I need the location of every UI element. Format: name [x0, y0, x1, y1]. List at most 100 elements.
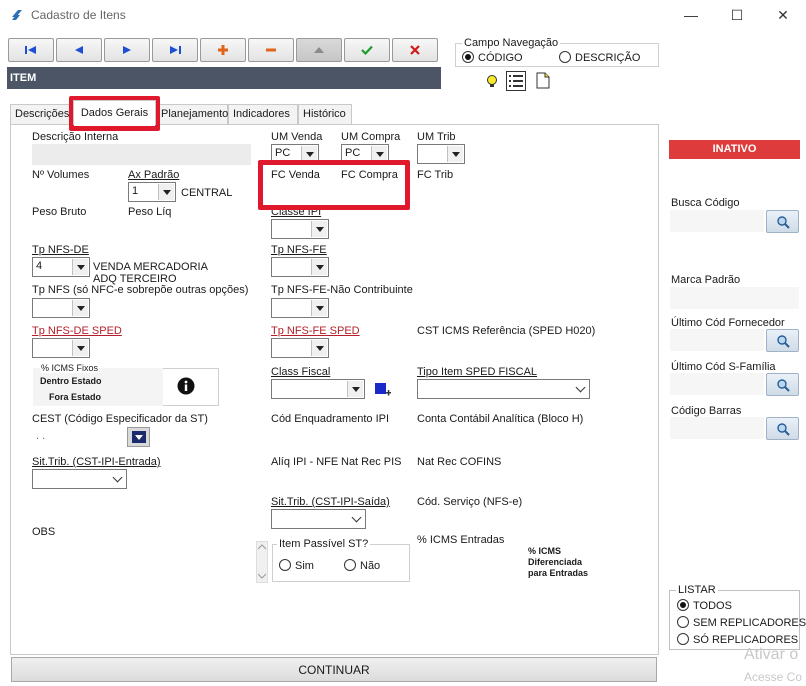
search-icon — [776, 422, 790, 436]
cod-enquadramento-ipi-label: Cód Enquadramento IPI — [271, 413, 390, 425]
minimize-button[interactable]: — — [668, 0, 714, 30]
chevron-down-icon — [447, 146, 463, 162]
up-button[interactable] — [296, 38, 342, 62]
tp-nfs-fe-sped-select[interactable] — [271, 338, 329, 358]
fc-trib-label: FC Trib — [417, 169, 454, 181]
close-window-button[interactable]: ✕ — [760, 0, 806, 30]
radio-nao[interactable] — [344, 559, 356, 571]
radio-todos-label: TODOS — [693, 600, 732, 612]
sit-trib-saida-label: Sit.Trib. (CST-IPI-Saída) — [271, 496, 390, 508]
maximize-button[interactable]: ☐ — [714, 0, 760, 30]
ultimo-cod-sfamilia-input[interactable] — [670, 373, 764, 395]
tab-historico-label: Histórico — [303, 108, 346, 120]
campo-navegacao-title: Campo Navegação — [462, 37, 561, 49]
window-title: Cadastro de Itens — [31, 8, 126, 22]
minus-icon — [266, 48, 276, 52]
um-trib-label: UM Trib — [417, 131, 456, 143]
sit-trib-entrada-select[interactable] — [32, 469, 127, 489]
codigo-barras-search-button[interactable] — [766, 417, 799, 440]
checkmark-icon — [361, 45, 373, 55]
next-record-button[interactable] — [104, 38, 150, 62]
classe-ipi-select[interactable] — [271, 219, 329, 239]
tp-nfs-fe-select[interactable] — [271, 257, 329, 277]
cancel-button[interactable] — [392, 38, 438, 62]
plus-icon — [218, 45, 228, 55]
tp-nfs-de-description: VENDA MERCADORIA ADQ TERCEIRO — [93, 261, 208, 285]
obs-label: OBS — [32, 526, 56, 538]
codigo-barras-input[interactable] — [670, 417, 764, 439]
ultimo-cod-fornecedor-input[interactable] — [670, 329, 764, 351]
first-record-button[interactable] — [8, 38, 54, 62]
num-volumes-label: Nº Volumes — [32, 169, 90, 181]
ax-padrao-value: 1 — [132, 185, 139, 197]
add-class-fiscal-icon[interactable] — [375, 383, 391, 399]
new-document-icon[interactable] — [536, 72, 550, 89]
busca-codigo-label: Busca Código — [671, 197, 740, 209]
status-badge: INATIVO — [669, 140, 800, 159]
chevron-down-icon — [158, 184, 174, 200]
ultimo-cod-fornecedor-label: Último Cód Fornecedor — [671, 317, 785, 329]
tab-descricoes[interactable]: Descrições — [10, 104, 70, 124]
tipo-item-sped-select[interactable] — [417, 379, 590, 399]
busca-codigo-input[interactable] — [670, 210, 764, 232]
class-fiscal-select[interactable] — [271, 379, 365, 399]
scroll-up-icon[interactable] — [258, 544, 266, 550]
tp-nfs-fe-sped-label: Tp NFS-FE SPED — [271, 325, 360, 337]
tp-nfs-de-value: 4 — [36, 260, 43, 272]
ax-padrao-select[interactable]: 1 — [128, 182, 176, 202]
previous-record-button[interactable] — [56, 38, 102, 62]
um-trib-select[interactable] — [417, 144, 465, 164]
tab-planejamento[interactable]: Planejamento — [156, 104, 228, 124]
tp-nfs-select[interactable] — [32, 298, 90, 318]
activation-watermark-line2: Acesse Co — [744, 670, 803, 684]
codigo-barras-label: Código Barras — [671, 405, 742, 417]
tab-indicadores-label: Indicadores — [233, 108, 290, 120]
confirm-button[interactable] — [344, 38, 390, 62]
radio-so-replicadores-label: SÓ REPLICADORES — [693, 634, 799, 646]
nat-rec-cofins-label: Nat Rec COFINS — [417, 456, 502, 468]
tab-dados-gerais[interactable]: Dados Gerais — [73, 100, 156, 125]
list-view-icon[interactable] — [506, 71, 526, 91]
chevron-down-icon — [72, 340, 88, 356]
radio-todos[interactable] — [677, 599, 689, 611]
radio-codigo-label: CÓDIGO — [478, 52, 523, 64]
ultimo-cod-fornecedor-search-button[interactable] — [766, 329, 799, 352]
radio-sim[interactable] — [279, 559, 291, 571]
arrow-left-icon — [75, 46, 83, 54]
ultimo-cod-sfamilia-label: Último Cód S-Família — [671, 361, 776, 373]
radio-so-replicadores[interactable] — [677, 633, 689, 645]
last-record-button[interactable] — [152, 38, 198, 62]
conta-contabil-label: Conta Contábil Analítica (Bloco H) — [417, 413, 584, 425]
tp-nfs-de-sped-select[interactable] — [32, 338, 90, 358]
tab-historico[interactable]: Histórico — [298, 104, 352, 124]
scroll-down-icon[interactable] — [258, 573, 266, 579]
chevron-down-icon — [72, 259, 88, 275]
remove-record-button[interactable] — [248, 38, 294, 62]
radio-sem-replicadores[interactable] — [677, 616, 689, 628]
peso-bruto-label: Peso Bruto — [32, 206, 87, 218]
aliq-ipi-nfe-label: Alíq IPI - NFE — [271, 456, 339, 468]
icms-fixos-title: % ICMS Fixos — [40, 363, 100, 373]
maximize-icon: ☐ — [730, 6, 744, 23]
radio-descricao[interactable] — [559, 51, 571, 63]
descricao-interna-input[interactable] — [32, 144, 251, 165]
arrow-down-icon — [131, 431, 146, 443]
ultimo-cod-sfamilia-search-button[interactable] — [766, 373, 799, 396]
tp-nfs-de-select[interactable]: 4 — [32, 257, 90, 277]
tab-indicadores[interactable]: Indicadores — [228, 104, 298, 124]
cod-servico-label: Cód. Serviço (NFS-e) — [417, 496, 523, 508]
continuar-button[interactable]: CONTINUAR — [11, 657, 657, 682]
um-compra-label: UM Compra — [341, 131, 401, 143]
info-icon[interactable] — [177, 377, 195, 395]
radio-descricao-label: DESCRIÇÃO — [575, 52, 641, 64]
add-record-button[interactable] — [200, 38, 246, 62]
cest-dropdown-button[interactable] — [127, 427, 150, 447]
tab-descricoes-label: Descrições — [15, 108, 70, 120]
sit-trib-saida-select[interactable] — [271, 509, 366, 529]
marca-padrao-input[interactable] — [670, 287, 799, 309]
radio-codigo[interactable] — [462, 51, 474, 63]
busca-codigo-search-button[interactable] — [766, 210, 799, 233]
tp-nfs-fe-nc-select[interactable] — [271, 298, 329, 318]
tipo-item-sped-label: Tipo Item SPED FISCAL — [417, 366, 538, 378]
lightbulb-icon[interactable] — [486, 74, 498, 90]
